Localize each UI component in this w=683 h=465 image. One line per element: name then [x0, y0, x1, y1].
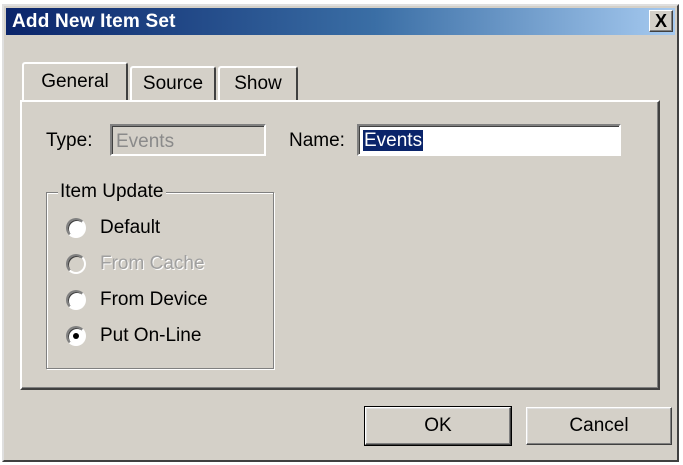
tab-general-label: General [41, 71, 109, 92]
name-field[interactable]: Events [357, 124, 621, 156]
radio-default[interactable]: Default [66, 217, 160, 239]
tab-general[interactable]: General [22, 62, 128, 100]
cancel-button[interactable]: Cancel [526, 407, 672, 445]
radio-from-cache-label: From Cache [100, 253, 205, 274]
radio-default-label: Default [100, 217, 161, 238]
radio-put-on-line-label: Put On-Line [100, 325, 202, 346]
close-icon: X [654, 11, 667, 31]
name-field-selected-text: Events [363, 130, 424, 151]
ok-button[interactable]: OK [364, 406, 512, 446]
radio-put-on-line-circle[interactable] [66, 326, 86, 346]
window-title: Add New Item Set [12, 11, 176, 32]
tab-show-label: Show [234, 73, 282, 94]
radio-from-device-label: From Device [100, 289, 208, 310]
radio-from-cache-circle [66, 254, 86, 274]
close-button[interactable]: X [649, 10, 673, 32]
tab-strip: General Source Show [20, 62, 660, 100]
tab-source[interactable]: Source [130, 66, 216, 100]
item-update-caption: Item Update [58, 181, 166, 202]
radio-from-device-circle[interactable] [66, 290, 86, 310]
type-label: Type: [46, 130, 93, 151]
tab-show[interactable]: Show [218, 66, 298, 100]
title-bar[interactable]: Add New Item Set X [6, 8, 675, 35]
radio-put-on-line[interactable]: Put On-Line [66, 325, 201, 347]
radio-default-circle[interactable] [66, 218, 86, 238]
radio-from-device[interactable]: From Device [66, 289, 208, 311]
radio-from-cache: From Cache [66, 253, 205, 275]
tab-source-label: Source [142, 73, 204, 94]
type-field: Events [110, 124, 266, 156]
name-label: Name: [289, 130, 345, 151]
radio-selected-dot-icon [73, 333, 79, 339]
